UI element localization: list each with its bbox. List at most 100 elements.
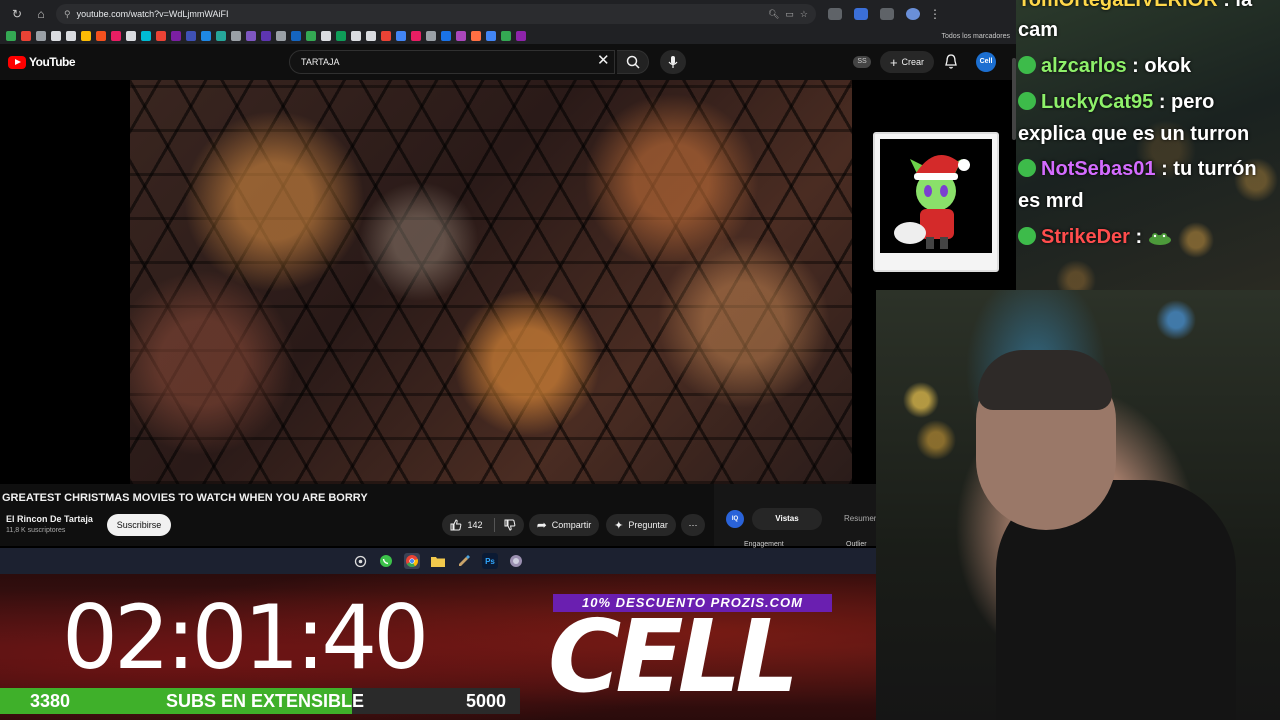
bookmark-icon[interactable]	[336, 31, 346, 41]
home-icon[interactable]: ⌂	[32, 7, 50, 21]
all-bookmarks-label[interactable]: Todos los marcadores	[942, 33, 1010, 40]
chat-text: : tu turrón	[1161, 158, 1257, 180]
reload-icon[interactable]: ↻	[8, 7, 26, 21]
extension-icon[interactable]	[854, 8, 868, 20]
bookmark-icon[interactable]	[6, 31, 16, 41]
chat-text: :	[1135, 226, 1143, 248]
search-input[interactable]: TARTAJA	[289, 50, 615, 74]
bookmark-icon[interactable]	[201, 31, 211, 41]
bookmark-icon[interactable]	[96, 31, 106, 41]
bookmark-icon[interactable]	[246, 31, 256, 41]
bookmark-icon[interactable]	[516, 31, 526, 41]
bookmark-icon[interactable]	[231, 31, 241, 41]
tab-resumen[interactable]: Resumen	[844, 514, 878, 523]
subscribe-button[interactable]: Suscribirse	[107, 514, 171, 536]
ask-button[interactable]: ✦ Preguntar	[606, 514, 676, 536]
app-icon[interactable]	[508, 553, 524, 569]
notepad-icon[interactable]	[456, 553, 472, 569]
page-scrollbar[interactable]	[1012, 58, 1016, 140]
iq-badge[interactable]: IQ	[726, 510, 744, 528]
bookmark-icon[interactable]	[381, 31, 391, 41]
chat-username: NotSebas01	[1041, 158, 1156, 180]
subs-progress-bar: 3380 SUBS EN EXTENSIBLE 5000	[0, 688, 520, 714]
bookmark-icon[interactable]	[51, 31, 61, 41]
clear-search-icon[interactable]: ✕	[597, 52, 610, 70]
bookmark-icon[interactable]	[456, 31, 466, 41]
account-avatar[interactable]: Cell	[976, 52, 996, 72]
voice-search-button[interactable]	[660, 50, 686, 74]
bookmark-icon[interactable]	[426, 31, 436, 41]
bookmark-icon[interactable]	[276, 31, 286, 41]
bookmark-icon[interactable]	[186, 31, 196, 41]
whatsapp-icon[interactable]	[378, 553, 394, 569]
bookmark-icon[interactable]	[396, 31, 406, 41]
chat-text: : okok	[1132, 55, 1192, 77]
cast-icon[interactable]: ▭	[785, 9, 794, 20]
profile-icon[interactable]	[906, 8, 920, 20]
subscriber-count: 11,8 K suscriptores	[6, 527, 66, 534]
bookmark-icon[interactable]	[471, 31, 481, 41]
cell-sticker	[873, 132, 999, 272]
bookmark-icon[interactable]	[21, 31, 31, 41]
bookmark-icon[interactable]	[66, 31, 76, 41]
thumbs-up-icon[interactable]	[450, 519, 462, 531]
settings-icon[interactable]	[352, 553, 368, 569]
chat-message: StrikeDer :	[1018, 221, 1172, 253]
more-actions-button[interactable]: ⋯	[681, 514, 705, 536]
bookmark-icon[interactable]	[141, 31, 151, 41]
share-button[interactable]: ➦ Compartir	[529, 514, 599, 536]
site-info-icon[interactable]: ⚲	[64, 9, 71, 20]
bookmark-icon[interactable]	[486, 31, 496, 41]
chat-username: TomOrtegaLIVERIOR	[1018, 0, 1218, 11]
outlier-label: Outlier	[846, 541, 867, 548]
bookmark-icon[interactable]	[411, 31, 421, 41]
photoshop-icon[interactable]: Ps	[482, 553, 498, 569]
chat-message-wrap: es mrd	[1018, 190, 1084, 212]
search-button[interactable]	[617, 50, 649, 74]
chat-message: alzcarlos : okok	[1018, 50, 1191, 82]
analytics-extension-panel: IQ Vistas Resumen Engagement Outlier	[714, 484, 878, 548]
video-player[interactable]	[0, 80, 1016, 484]
notifications-bell-icon[interactable]	[944, 54, 958, 70]
video-frame[interactable]	[130, 80, 852, 484]
share-label: Compartir	[551, 520, 592, 530]
browser-menu-icon[interactable]: ⋮	[926, 7, 944, 21]
bookmark-icon[interactable]	[366, 31, 376, 41]
bookmark-icon[interactable]	[291, 31, 301, 41]
chat-username: LuckyCat95	[1041, 91, 1154, 113]
address-bar[interactable]: ⚲ youtube.com/watch?v=WdLjmmWAiFI 🔍︎ ▭ ☆	[56, 4, 816, 24]
extension-icon[interactable]	[828, 8, 842, 20]
bookmark-star-icon[interactable]: ☆	[800, 9, 808, 20]
chrome-icon[interactable]	[404, 553, 420, 569]
extensions-puzzle-icon[interactable]	[880, 8, 894, 20]
zoom-icon[interactable]: 🔍︎	[768, 9, 779, 20]
bookmark-icon[interactable]	[261, 31, 271, 41]
stream-timer: 02:01:40	[62, 586, 429, 689]
bookmark-icon[interactable]	[441, 31, 451, 41]
bookmark-icon[interactable]	[156, 31, 166, 41]
create-button[interactable]: + Crear	[880, 51, 934, 73]
bookmark-icon[interactable]	[321, 31, 331, 41]
share-icon: ➦	[536, 518, 547, 532]
channel-name[interactable]: El Rincon De Tartaja	[6, 514, 93, 524]
bookmark-icon[interactable]	[171, 31, 181, 41]
tab-vistas[interactable]: Vistas	[752, 508, 822, 530]
youtube-logo-text: YouTube	[29, 55, 76, 69]
bookmark-icon[interactable]	[501, 31, 511, 41]
thumbs-down-icon[interactable]	[504, 519, 516, 531]
bookmark-icon[interactable]	[81, 31, 91, 41]
youtube-logo[interactable]: YouTube	[8, 55, 76, 69]
ss-badge[interactable]: SS	[853, 56, 871, 68]
like-count[interactable]: 142	[467, 520, 482, 530]
bookmark-icon[interactable]	[306, 31, 316, 41]
file-explorer-icon[interactable]	[430, 553, 446, 569]
engagement-label: Engagement	[744, 541, 784, 548]
divider	[493, 518, 495, 532]
bookmark-icon[interactable]	[351, 31, 361, 41]
stream-screen: ↻ ⌂ ⚲ youtube.com/watch?v=WdLjmmWAiFI 🔍︎…	[0, 0, 1280, 720]
bookmark-icon[interactable]	[216, 31, 226, 41]
bookmark-icon[interactable]	[111, 31, 121, 41]
bookmark-icon[interactable]	[126, 31, 136, 41]
bookmark-icon[interactable]	[36, 31, 46, 41]
brand-logo: CELL	[548, 598, 799, 715]
